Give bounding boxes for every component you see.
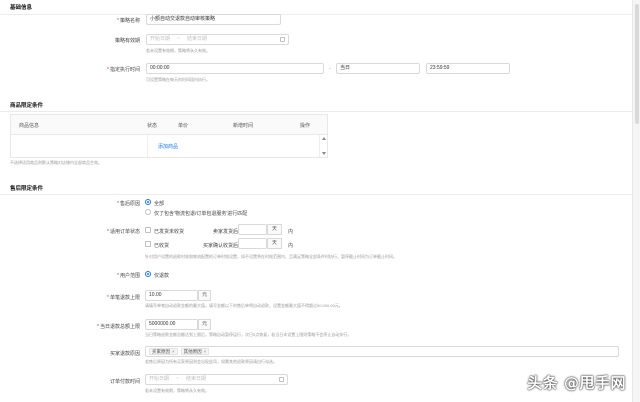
- product-section-title: 商品限定条件: [10, 103, 44, 109]
- refund-reason-select[interactable]: 买家原因 × 其他原因 ×: [145, 346, 619, 357]
- strategy-form-page: 基础信息 *策略名称 小额自动交退款自动审核策略 策略有效期 开始日期 ~ 结束日期…: [0, 0, 632, 402]
- buyer-scope-label-text: 用户范围: [119, 273, 140, 279]
- reason-tag-text: 其他原因: [183, 349, 202, 354]
- col-price: 单价: [178, 123, 189, 129]
- received-checkbox[interactable]: [145, 241, 151, 247]
- col-actions: 操作: [300, 123, 311, 129]
- page-scrollbar[interactable]: [632, 0, 640, 402]
- yuan-unit: 元: [198, 290, 211, 301]
- pay-time-date-range[interactable]: 开始日期 ~ 结束日期: [145, 374, 288, 385]
- exec-end-time-input[interactable]: 23:59:59: [426, 63, 510, 74]
- refund-only-label[interactable]: 仅退款: [154, 272, 169, 279]
- product-table: 商品信息 状态 单价 新增时间 操作 添加商品: [10, 114, 328, 158]
- basic-section-title: 基础信息: [10, 5, 33, 11]
- order-status-help: 针对用户设置的退款时效和物流配置的订单时效设置，如不设置将在时效范围内，且满足策…: [145, 254, 397, 259]
- aftersale-section-title: 售后限定条件: [10, 186, 44, 192]
- exec-start-time-input[interactable]: 00:00:00: [146, 63, 324, 74]
- product-table-header: 商品信息 状态 单价 新增时间 操作: [11, 115, 327, 135]
- not-received-label[interactable]: 已发货未收货: [154, 228, 184, 235]
- col-product-info: 商品信息: [19, 123, 40, 129]
- after-ship-days-input[interactable]: [238, 224, 267, 235]
- divider: [0, 194, 632, 195]
- pay-time-end-placeholder: 结束日期: [185, 376, 206, 382]
- required-mark: *: [107, 67, 109, 73]
- column-separator: [147, 135, 148, 157]
- col-status: 状态: [147, 123, 158, 129]
- daily-total-input[interactable]: 5000000.00: [145, 319, 198, 330]
- divider: [0, 111, 632, 112]
- type-all-radio[interactable]: [145, 199, 151, 205]
- reason-tag-text: 买家原因: [152, 349, 170, 354]
- required-mark: *: [107, 295, 109, 301]
- day-unit: 天: [267, 238, 282, 249]
- scrollbar-thumb[interactable]: [635, 4, 639, 124]
- pay-time-label: 订单付款时间: [109, 379, 140, 385]
- day-unit: 天: [267, 224, 282, 235]
- watermark-text: 头条 @甩手网: [527, 374, 626, 392]
- daily-total-label: *当日退款总额上限: [0, 323, 140, 330]
- daily-total-help: 当日策略退款金额总额达到上限后，策略自动暂停运行，次日0点恢复，若当日未设置上限…: [145, 332, 352, 337]
- pay-time-start-placeholder: 开始日期: [149, 376, 170, 382]
- divider: [0, 14, 632, 15]
- exec-day-select[interactable]: 当日: [336, 63, 420, 74]
- within-text: 内: [288, 243, 294, 249]
- calendar-icon: [280, 37, 285, 42]
- required-mark: *: [117, 18, 119, 24]
- validity-end-placeholder: 结束日期: [186, 36, 207, 42]
- validity-help: 若未设置有效期，策略将永久有效。: [146, 48, 210, 53]
- validity-date-range[interactable]: 开始日期 ~ 结束日期: [146, 34, 289, 45]
- close-icon[interactable]: ×: [204, 349, 207, 354]
- pay-time-help: 若未设置有效期，策略将永久有效。: [145, 388, 209, 393]
- exec-day-value: 当日: [340, 65, 351, 71]
- add-product-link[interactable]: 添加商品: [158, 143, 178, 150]
- exec-time-label: *指定执行时间: [0, 66, 140, 73]
- within-text: 内: [288, 229, 294, 235]
- reason-tag[interactable]: 其他原因 ×: [180, 348, 210, 355]
- type-logistics-label[interactable]: 仅了包含'物流包退/订单包退服务'进行匹配: [154, 210, 247, 217]
- col-added-time: 新增时间: [233, 123, 254, 129]
- single-limit-help: 请填写单笔自动退款金额的最大值，填写金额以下的售后单将自动退款，设置金额最大值不…: [145, 303, 343, 308]
- type-logistics-radio[interactable]: [145, 209, 151, 215]
- table-scrollbar[interactable]: [319, 135, 327, 157]
- single-limit-label-text: 单笔退款上限: [109, 295, 140, 301]
- refund-reason-label: 买家退款原因: [109, 351, 140, 357]
- validity-label: 策略有效期: [114, 38, 140, 44]
- strategy-name-label-text: 策略名称: [119, 18, 140, 24]
- scroll-down-icon[interactable]: [322, 152, 326, 155]
- validity-start-placeholder: 开始日期: [150, 36, 171, 42]
- order-status-label: *适用订单状态: [0, 228, 140, 235]
- buyer-scope-label: *用户范围: [0, 272, 140, 279]
- after-ship-label: 卖家发货后: [213, 229, 239, 235]
- received-label[interactable]: 已收货: [154, 242, 169, 249]
- required-mark: *: [107, 229, 109, 235]
- single-limit-label: *单笔退款上限: [0, 294, 140, 301]
- daily-total-label-text: 当日退款总额上限: [99, 324, 140, 330]
- refund-only-radio[interactable]: [145, 271, 151, 277]
- close-icon[interactable]: ×: [172, 349, 175, 354]
- not-received-checkbox[interactable]: [145, 227, 151, 233]
- reason-tag[interactable]: 买家原因 ×: [149, 348, 178, 355]
- after-confirm-label: 买家确认收货后: [203, 243, 239, 249]
- strategy-name-input[interactable]: 小额自动交退款自动审核策略: [146, 14, 281, 25]
- type-all-label[interactable]: 全部: [154, 200, 164, 207]
- required-mark: *: [97, 324, 99, 330]
- required-mark: *: [117, 201, 119, 207]
- yuan-unit: 元: [198, 319, 211, 330]
- single-limit-input[interactable]: 10.00: [145, 290, 198, 301]
- exec-time-label-text: 指定执行时间: [109, 67, 140, 73]
- order-status-label-text: 适用订单状态: [109, 229, 140, 235]
- range-separator: ~: [176, 376, 179, 382]
- product-help: 不选择适用商品则默认策略对店铺内全部商品生效。: [10, 160, 102, 165]
- calendar-icon: [279, 377, 284, 382]
- scroll-up-icon[interactable]: [322, 137, 326, 140]
- required-mark: *: [117, 273, 119, 279]
- exec-time-help: 可设置策略在每天的时间段内执行。: [146, 77, 210, 82]
- aftersale-type-label-text: 售后原因: [119, 201, 140, 207]
- exec-time-dash: -: [329, 66, 331, 72]
- strategy-name-label: *策略名称: [0, 17, 140, 24]
- aftersale-type-label: *售后原因: [0, 200, 140, 207]
- range-separator: ~: [177, 36, 180, 42]
- refund-reason-help: 若售后原因为所有买家原因则会出现此项，如需其他退款原因请自行勾选。: [145, 359, 277, 364]
- after-confirm-days-input[interactable]: [238, 238, 267, 249]
